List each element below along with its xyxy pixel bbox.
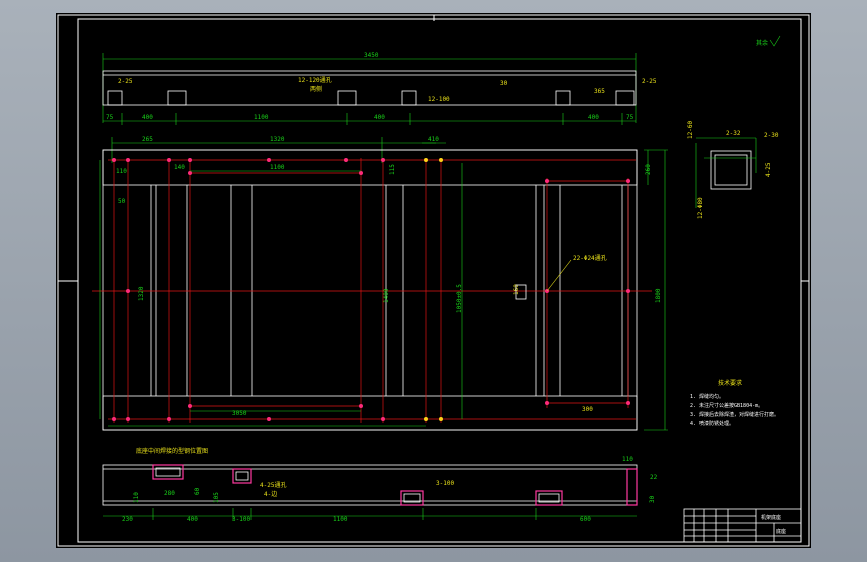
bottom-dim-1100: 1100 [333, 516, 348, 523]
tech-req-item-3: 3. 焊接后去除焊渣，对焊缝进行打磨。 [690, 411, 779, 418]
frame-outline [102, 149, 638, 431]
section-view: 12-60 2-32 2-30 4-25 12-Φ80 [687, 121, 779, 219]
cad-viewport: 其余 3450 2-25 2-25 12-120通孔 两侧 12-100 30 … [0, 0, 867, 562]
tech-requirements: 技术要求 1. 焊缝均匀。 2. 未注尺寸公差按GB1804-m。 3. 焊接后… [690, 379, 779, 427]
plan-top-dim-3: 410 [428, 136, 439, 143]
plan-dim-1320v: 1320 [138, 286, 145, 301]
section-dim-2-32: 2-32 [726, 130, 741, 137]
bottom-dim-3-100b: 3-100 [436, 480, 454, 487]
top-bottom-dim-6: 75 [626, 114, 634, 121]
sheet-outer-border [57, 14, 810, 547]
top-small-30: 30 [500, 80, 508, 87]
title-block: 机架底座 底座 [683, 508, 802, 543]
plan-dim-110: 110 [116, 168, 127, 175]
plan-dim-1400: 1400 [383, 288, 390, 303]
bottom-dim-4-25b: 4-边 [264, 490, 277, 498]
bottom-dim-60: 60 [194, 487, 201, 495]
bottom-dim-4-25: 4-25通孔 [260, 481, 286, 489]
plan-top-dim-1: 265 [142, 136, 153, 143]
plan-dim-140: 140 [174, 164, 185, 171]
top-view: 3450 2-25 2-25 12-120通孔 两侧 12-100 30 365 [102, 52, 657, 125]
bottom-dim-600: 600 [580, 516, 591, 523]
bottom-dim-400: 400 [187, 516, 198, 523]
plan-dim-50: 50 [118, 198, 126, 205]
bottom-dim-30: 30 [649, 495, 656, 503]
drawing-sheet: 其余 3450 2-25 2-25 12-120通孔 两侧 12-100 30 … [56, 13, 811, 548]
plan-dim-160: 160 [513, 284, 520, 295]
section-dim-12-60: 12-60 [687, 121, 694, 139]
top-bottom-dim-4: 400 [374, 114, 385, 121]
plan-dim-1800: 1800 [655, 288, 662, 303]
plan-top-dim-2: 1320 [270, 136, 285, 143]
bottom-dim-280: 280 [164, 490, 175, 497]
section-dim-4-25: 4-25 [765, 162, 772, 177]
roughness-icon [769, 35, 781, 47]
top-bottom-dim-3: 1100 [254, 114, 269, 121]
plan-dim-115: 115 [389, 164, 396, 175]
top-right-label: 2-25 [642, 78, 657, 85]
top-left-label: 2-25 [118, 78, 133, 85]
plan-view: 265 1320 410 1100 110 140 115 50 1320 14… [92, 136, 668, 431]
tech-req-item-2: 2. 未注尺寸公差按GB1804-m。 [690, 402, 763, 409]
top-holes-label2: 两侧 [310, 85, 322, 93]
top-bottom-dim-1: 75 [106, 114, 114, 121]
tech-req-title: 技术要求 [718, 379, 742, 387]
bottom-dim-110: 110 [622, 456, 633, 463]
bottom-dim-110v: 110 [133, 492, 140, 503]
bottom-note: 底座中间焊接的型钢位置图 [136, 447, 208, 455]
top-small-365: 365 [594, 88, 605, 95]
bottom-dim-105: 105 [213, 492, 220, 503]
tech-req-item-4: 4. 喷漆防锈处理。 [690, 420, 734, 427]
plan-dim-260: 260 [645, 164, 652, 175]
tech-req-item-1: 1. 焊缝均匀。 [690, 393, 724, 400]
top-holes-label: 12-120通孔 [298, 76, 332, 84]
bottom-dim-230: 230 [122, 516, 133, 523]
plan-dim-300: 300 [582, 406, 593, 413]
title-block-name: 机架底座 [761, 514, 781, 521]
section-dim-2-30: 2-30 [764, 132, 779, 139]
section-dim-12-80: 12-Φ80 [697, 197, 704, 219]
top-slot-label: 12-100 [428, 96, 450, 103]
cad-drawing: 其余 3450 2-25 2-25 12-120通孔 两侧 12-100 30 … [57, 14, 810, 547]
bottom-view: 底座中间焊接的型钢位置图 110 230 400 3-100 1100 600 … [102, 447, 658, 523]
roughness-note: 其余 [756, 39, 768, 47]
plan-dim-1100: 1100 [270, 164, 285, 171]
bottom-dim-3-100: 3-100 [232, 516, 250, 523]
top-bottom-dim-5: 400 [588, 114, 599, 121]
plan-hole-note: 22-Φ24通孔 [573, 254, 607, 262]
title-block-code: 底座 [776, 528, 786, 535]
top-overall-dim: 3450 [364, 52, 379, 59]
top-bottom-dim-2: 400 [142, 114, 153, 121]
bottom-dim-22: 22 [650, 474, 658, 481]
